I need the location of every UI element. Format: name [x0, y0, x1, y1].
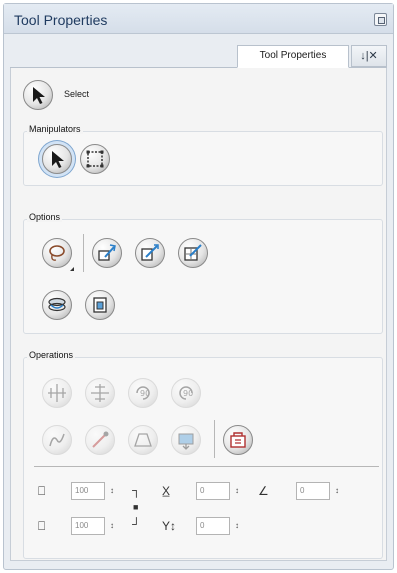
- options-label: Options: [27, 212, 63, 222]
- x-position-field[interactable]: 0: [196, 482, 230, 500]
- link-bracket-top-icon: ┐: [132, 483, 141, 497]
- operations-separator: [214, 420, 215, 458]
- bounding-box-manipulator-icon[interactable]: [80, 144, 110, 174]
- layer-stack-option-icon[interactable]: [42, 290, 72, 320]
- rotate-cw-icon[interactable]: 90: [128, 378, 158, 408]
- angle-param-icon: ∠: [258, 484, 269, 498]
- x-spinner-icon[interactable]: ↕: [235, 486, 239, 495]
- y-position-field[interactable]: 0: [196, 517, 230, 535]
- svg-text:90: 90: [140, 389, 150, 398]
- operations-params-divider: [34, 466, 379, 467]
- tab-tool-properties[interactable]: Tool Properties: [237, 45, 349, 68]
- x-position-icon: X̲: [162, 484, 171, 498]
- flip-vertical-icon[interactable]: [85, 378, 115, 408]
- lock-ratio-icon[interactable]: ■: [133, 501, 138, 513]
- angle-spinner-icon[interactable]: ↕: [335, 486, 339, 495]
- distort-icon[interactable]: [85, 425, 115, 455]
- tool-properties-panel: Select Manipulators Options Operations 9…: [10, 68, 387, 561]
- manipulators-label: Manipulators: [27, 124, 83, 134]
- antialias-option-icon[interactable]: [178, 238, 208, 268]
- arrow-manipulator-icon[interactable]: [42, 144, 72, 174]
- window-title: Tool Properties: [14, 12, 108, 28]
- angle-field[interactable]: 0: [296, 482, 330, 500]
- title-bar: Tool Properties: [4, 4, 393, 34]
- operations-group: Operations 90 90 ⎕ 100 ↕ ┐ ■ X̲ 0 ↕ ∠ 0 …: [23, 350, 383, 559]
- link-bracket-bottom-icon: ┘: [132, 517, 141, 531]
- transform-option-icon[interactable]: [85, 290, 115, 320]
- warp-icon[interactable]: [42, 425, 72, 455]
- select-arrow-icon[interactable]: [23, 80, 53, 110]
- lasso-option-icon[interactable]: [42, 238, 72, 268]
- snap-option-icon[interactable]: [92, 238, 122, 268]
- height-spinner-icon[interactable]: ↕: [110, 521, 114, 530]
- tab-pin-close-buttons[interactable]: ↓|✕: [351, 45, 387, 67]
- operations-label: Operations: [27, 350, 76, 360]
- svg-text:90: 90: [183, 389, 193, 398]
- width-spinner-icon[interactable]: ↕: [110, 486, 114, 495]
- options-separator: [83, 234, 84, 272]
- tab-strip: Tool Properties ↓|✕: [10, 42, 387, 68]
- tool-properties-window: Tool Properties Tool Properties ↓|✕ Sele…: [3, 3, 394, 570]
- restore-window-button[interactable]: [374, 13, 387, 26]
- height-param-icon: ⎕: [38, 519, 46, 533]
- manipulators-group: Manipulators: [23, 124, 383, 186]
- height-field[interactable]: 100: [71, 517, 105, 535]
- perspective-icon[interactable]: [128, 425, 158, 455]
- reset-transform-icon[interactable]: [223, 425, 253, 455]
- y-position-icon: Y↕: [162, 519, 177, 533]
- width-field[interactable]: 100: [71, 482, 105, 500]
- rotate-ccw-icon[interactable]: 90: [171, 378, 201, 408]
- select-label: Select: [64, 89, 90, 99]
- sampling-option-icon[interactable]: [135, 238, 165, 268]
- flip-horizontal-icon[interactable]: [42, 378, 72, 408]
- width-param-icon: ⎕: [38, 484, 46, 498]
- lasso-dropdown-arrow-icon[interactable]: [70, 267, 74, 271]
- apply-transform-icon[interactable]: [171, 425, 201, 455]
- options-group: Options: [23, 212, 383, 334]
- y-spinner-icon[interactable]: ↕: [235, 521, 239, 530]
